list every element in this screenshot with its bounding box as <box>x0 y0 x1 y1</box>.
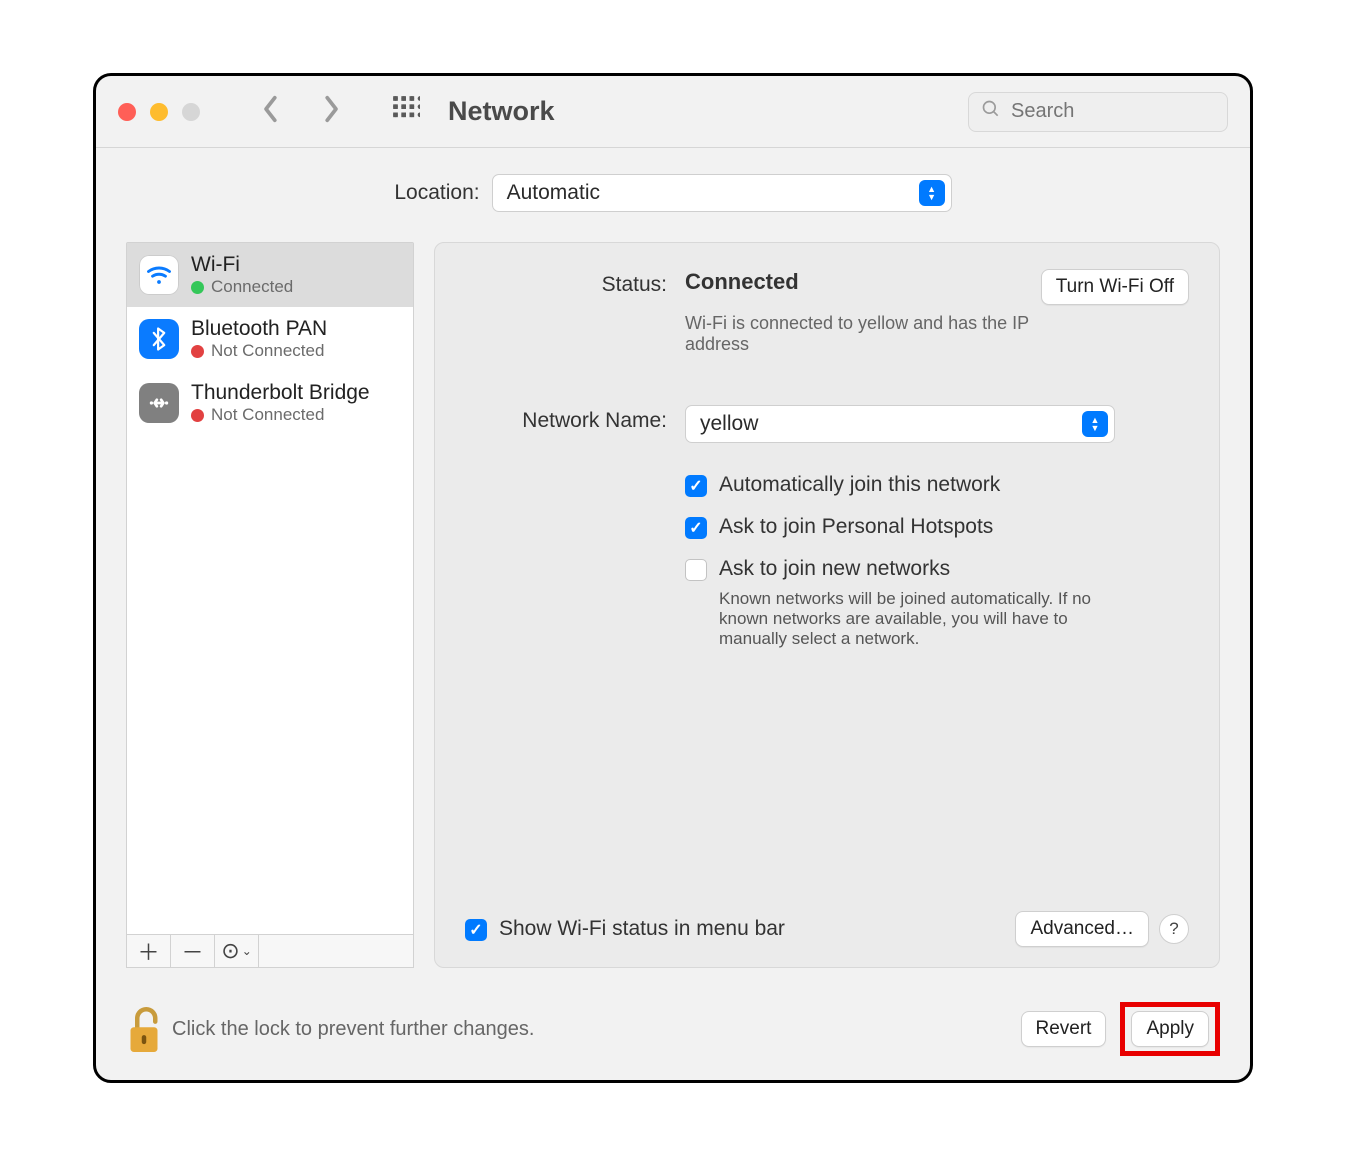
detail-pane: Status: Connected Turn Wi-Fi Off Wi-Fi i… <box>434 242 1220 968</box>
search-icon <box>981 99 1001 125</box>
gear-icon: ⊙ <box>221 938 239 964</box>
search-field[interactable] <box>968 92 1228 132</box>
sidebar-item-label: Bluetooth PAN <box>191 317 327 341</box>
location-popup[interactable]: Automatic ▲▼ <box>492 174 952 212</box>
apply-button[interactable]: Apply <box>1131 1011 1209 1047</box>
sidebar-item-status: Not Connected <box>211 405 324 425</box>
stepper-arrows-icon: ▲▼ <box>1082 411 1108 437</box>
network-name-value: yellow <box>700 412 758 436</box>
network-name-popup[interactable]: yellow ▲▼ <box>685 405 1115 443</box>
add-interface-button[interactable]: ＋ <box>127 935 171 967</box>
window-controls <box>118 103 200 121</box>
toggle-wifi-button[interactable]: Turn Wi-Fi Off <box>1041 269 1189 305</box>
location-label: Location: <box>394 181 479 205</box>
sidebar-item-status: Connected <box>211 277 293 297</box>
status-label: Status: <box>465 269 685 355</box>
help-button[interactable]: ? <box>1159 914 1189 944</box>
ask-new-networks-helper: Known networks will be joined automatica… <box>719 589 1119 649</box>
sidebar-item-bluetooth-pan[interactable]: Bluetooth PAN Not Connected <box>127 307 413 371</box>
sidebar: Wi-Fi Connected Bluetooth PAN <box>126 242 414 968</box>
status-dot-icon <box>191 281 204 294</box>
network-name-label: Network Name: <box>465 405 685 649</box>
ask-hotspot-checkbox[interactable] <box>685 517 707 539</box>
sidebar-item-wifi[interactable]: Wi-Fi Connected <box>127 243 413 307</box>
sidebar-item-label: Wi-Fi <box>191 253 293 277</box>
lock-text: Click the lock to prevent further change… <box>172 1018 534 1041</box>
nav-arrows <box>260 94 342 129</box>
ask-new-networks-checkbox[interactable] <box>685 559 707 581</box>
advanced-button[interactable]: Advanced… <box>1015 911 1149 947</box>
sidebar-item-thunderbolt-bridge[interactable]: Thunderbolt Bridge Not Connected <box>127 371 413 435</box>
remove-interface-button[interactable]: － <box>171 935 215 967</box>
apply-button-highlight: Apply <box>1120 1002 1220 1056</box>
window-footer: Click the lock to prevent further change… <box>96 992 1250 1080</box>
revert-button[interactable]: Revert <box>1021 1011 1107 1047</box>
location-value: Automatic <box>507 181 600 205</box>
auto-join-label: Automatically join this network <box>719 473 1000 497</box>
minimize-window-button[interactable] <box>150 103 168 121</box>
titlebar: Network <box>96 76 1250 148</box>
sidebar-toolbar-spacer <box>259 935 413 967</box>
show-status-label: Show Wi-Fi status in menu bar <box>499 917 785 941</box>
location-row: Location: Automatic ▲▼ <box>96 148 1250 242</box>
status-value: Connected <box>685 269 799 295</box>
network-preferences-window: Network Location: Automatic ▲▼ <box>93 73 1253 1083</box>
forward-button[interactable] <box>320 94 342 129</box>
close-window-button[interactable] <box>118 103 136 121</box>
show-status-checkbox[interactable] <box>465 919 487 941</box>
zoom-window-button[interactable] <box>182 103 200 121</box>
ask-hotspot-label: Ask to join Personal Hotspots <box>719 515 993 539</box>
interfaces-list[interactable]: Wi-Fi Connected Bluetooth PAN <box>126 242 414 934</box>
chevron-down-icon: ⌄ <box>242 944 252 958</box>
show-all-icon[interactable] <box>392 95 420 128</box>
bluetooth-icon <box>139 319 179 359</box>
lock-icon[interactable] <box>126 1007 162 1051</box>
page-title: Network <box>448 96 555 127</box>
thunderbolt-bridge-icon <box>139 383 179 423</box>
ask-new-networks-label: Ask to join new networks <box>719 557 950 581</box>
wifi-icon <box>139 255 179 295</box>
body: Wi-Fi Connected Bluetooth PAN <box>96 242 1250 992</box>
back-button[interactable] <box>260 94 282 129</box>
sidebar-item-label: Thunderbolt Bridge <box>191 381 370 405</box>
search-input[interactable] <box>1009 99 1253 124</box>
interfaces-action-menu[interactable]: ⊙ ⌄ <box>215 935 259 967</box>
status-dot-icon <box>191 409 204 422</box>
sidebar-item-status: Not Connected <box>211 341 324 361</box>
stepper-arrows-icon: ▲▼ <box>919 180 945 206</box>
sidebar-toolbar: ＋ － ⊙ ⌄ <box>126 934 414 968</box>
status-description: Wi-Fi is connected to yellow and has the… <box>685 313 1085 355</box>
status-dot-icon <box>191 345 204 358</box>
auto-join-checkbox[interactable] <box>685 475 707 497</box>
